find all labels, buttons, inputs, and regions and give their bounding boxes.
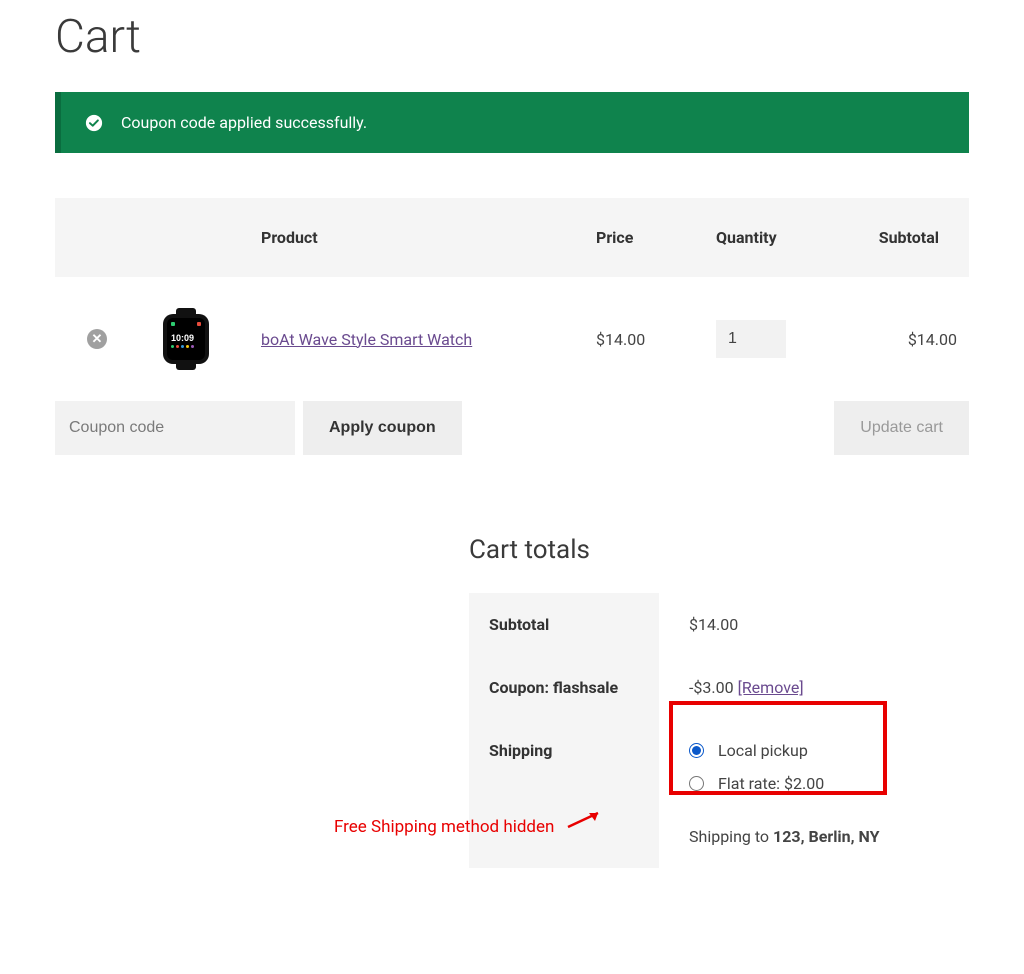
shipping-options: Local pickup Flat rate: $2.00 Shipping t… xyxy=(659,719,969,868)
notice-message: Coupon code applied successfully. xyxy=(121,113,367,132)
radio-local-pickup[interactable] xyxy=(689,743,704,758)
shipping-option-flat-rate[interactable]: Flat rate: $2.00 xyxy=(689,774,959,793)
radio-flat-rate[interactable] xyxy=(689,776,704,791)
success-notice: Coupon code applied successfully. xyxy=(55,92,969,153)
page-title: Cart xyxy=(55,10,969,64)
item-price: $14.00 xyxy=(584,277,704,401)
col-thumbnail xyxy=(119,198,249,277)
shipping-option-local-pickup[interactable]: Local pickup xyxy=(689,741,959,760)
close-icon: ✕ xyxy=(92,332,103,347)
remove-item-button[interactable]: ✕ xyxy=(87,329,107,349)
arrow-icon xyxy=(566,809,606,831)
cart-totals: Cart totals Subtotal $14.00 Coupon: flas… xyxy=(469,535,969,868)
shipping-option-label: Flat rate: $2.00 xyxy=(718,774,824,793)
col-subtotal: Subtotal xyxy=(849,198,969,277)
coupon-row-value: -$3.00 [Remove] xyxy=(659,656,969,719)
product-name-link[interactable]: boAt Wave Style Smart Watch xyxy=(261,330,472,349)
check-circle-icon xyxy=(85,114,103,132)
cart-totals-title: Cart totals xyxy=(469,535,969,565)
apply-coupon-button[interactable]: Apply coupon xyxy=(303,401,462,455)
subtotal-value: $14.00 xyxy=(659,593,969,656)
remove-coupon-link[interactable]: [Remove] xyxy=(738,678,804,697)
col-product: Product xyxy=(249,198,584,277)
shipping-option-label: Local pickup xyxy=(718,741,808,760)
col-price: Price xyxy=(584,198,704,277)
col-quantity: Quantity xyxy=(704,198,849,277)
cart-actions: Apply coupon Update cart xyxy=(55,401,969,455)
item-subtotal: $14.00 xyxy=(849,277,969,401)
product-thumbnail[interactable]: 10:09 xyxy=(151,299,221,379)
thumb-time: 10:09 xyxy=(171,334,201,343)
subtotal-label: Subtotal xyxy=(469,593,659,656)
shipping-label: Shipping xyxy=(469,719,659,868)
coupon-row-label: Coupon: flashsale xyxy=(469,656,659,719)
col-remove xyxy=(55,198,119,277)
cart-table: Product Price Quantity Subtotal ✕ xyxy=(55,198,969,401)
shipping-destination: Shipping to 123, Berlin, NY xyxy=(689,827,959,846)
cart-row: ✕ 10:09 xyxy=(55,277,969,401)
coupon-code-input[interactable] xyxy=(55,401,295,455)
annotation-text: Free Shipping method hidden xyxy=(334,817,554,837)
quantity-input[interactable] xyxy=(716,320,786,358)
update-cart-button[interactable]: Update cart xyxy=(834,401,969,455)
